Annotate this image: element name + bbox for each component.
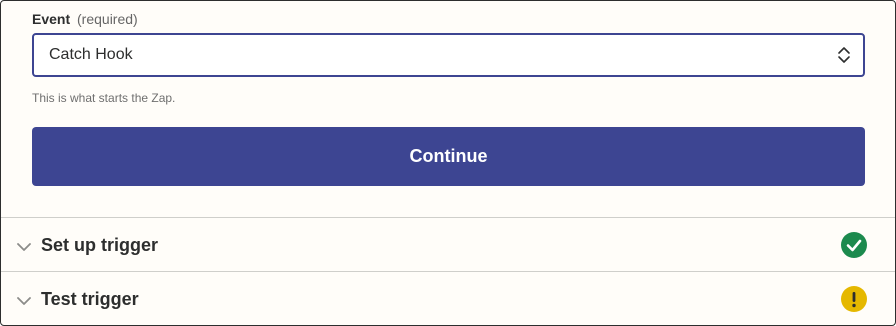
- exclamation-circle-icon: [840, 285, 868, 313]
- check-circle-icon: [840, 231, 868, 259]
- chevron-down-icon: [17, 293, 31, 305]
- step-row-set-up-trigger[interactable]: Set up trigger: [1, 217, 895, 271]
- step-row-test-trigger[interactable]: Test trigger: [1, 271, 895, 325]
- event-label: Event: [32, 11, 71, 27]
- required-note: (required): [77, 11, 138, 27]
- step-title: Test trigger: [41, 289, 139, 309]
- step-title: Set up trigger: [41, 235, 159, 255]
- event-select[interactable]: Catch Hook: [32, 33, 865, 77]
- event-section: Event (required) Catch Hook This is what…: [1, 1, 895, 216]
- continue-button[interactable]: Continue: [32, 127, 865, 186]
- trigger-panel: Event (required) Catch Hook This is what…: [0, 0, 896, 326]
- chevron-down-icon: [17, 239, 31, 251]
- event-field-label: Event (required): [32, 11, 138, 27]
- event-select-value: Catch Hook: [49, 46, 133, 63]
- event-helper-text: This is what starts the Zap.: [32, 91, 176, 105]
- select-updown-chevron-icon: [837, 46, 851, 64]
